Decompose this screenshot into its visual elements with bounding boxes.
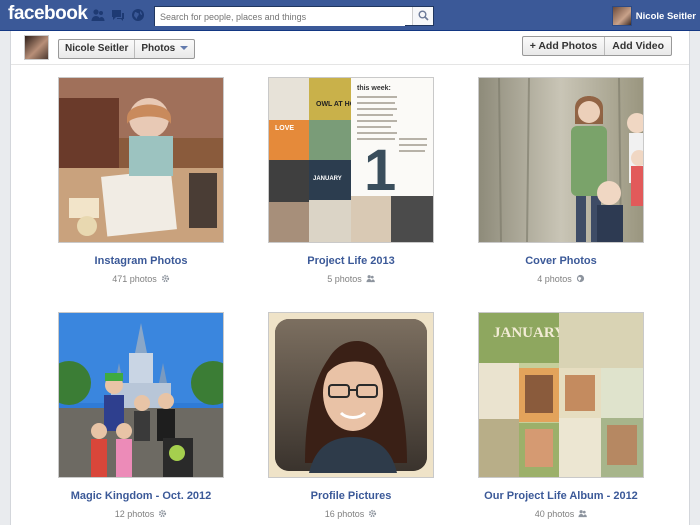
breadcrumb: Nicole Seitler Photos [58, 39, 196, 59]
album-count: 4 photos [461, 274, 661, 284]
album-count: 5 photos [251, 274, 451, 284]
album-title[interactable]: Instagram Photos [41, 255, 241, 267]
search-box [154, 6, 434, 26]
breadcrumb-name[interactable]: Nicole Seitler [59, 40, 134, 58]
action-buttons: + Add Photos Add Video [521, 36, 672, 56]
profile-link[interactable]: Nicole Seitler [611, 5, 696, 27]
album-cover[interactable] [58, 312, 224, 478]
search-icon [418, 10, 429, 21]
album-cover-image [479, 78, 643, 242]
search-button[interactable] [412, 7, 433, 25]
globe-icon [576, 274, 585, 283]
album-count: 40 photos [461, 509, 661, 519]
add-video-button[interactable]: Add Video [604, 37, 671, 55]
photos-header: Nicole Seitler Photos + Add Photos Add V… [11, 31, 689, 65]
album-title[interactable]: Our Project Life Album - 2012 [461, 490, 661, 502]
this-week-label: this week: [357, 85, 391, 92]
top-bar: facebook Nicole Seitler [0, 0, 700, 31]
album-title[interactable]: Magic Kingdom - Oct. 2012 [41, 490, 241, 502]
album-cover[interactable] [478, 77, 644, 243]
album-count-text: 5 photos [327, 274, 362, 284]
album-count: 16 photos [251, 509, 451, 519]
friend-requests-icon[interactable] [91, 8, 105, 22]
photos-dropdown[interactable]: Photos [134, 40, 194, 58]
friends-icon [366, 274, 375, 283]
messages-icon[interactable] [111, 8, 125, 22]
january-heading: JANUARY [493, 325, 565, 341]
album-count: 12 photos [41, 509, 241, 519]
facebook-logo[interactable]: facebook [8, 3, 88, 25]
album-cover-image: OWL AT HOME LOVE JANUARY this week: 1 [269, 78, 433, 242]
album-count-text: 4 photos [537, 274, 572, 284]
profile-name: Nicole Seitler [635, 10, 696, 22]
friends-icon [578, 509, 588, 518]
number-one-label: 1 [364, 138, 396, 203]
album-count-text: 16 photos [324, 509, 365, 519]
january-label: JANUARY [313, 176, 342, 182]
album-title[interactable]: Profile Pictures [251, 490, 451, 502]
profile-thumbnail[interactable] [24, 35, 49, 60]
album-cover-image: JANUARY [479, 313, 643, 477]
notifications-globe-icon[interactable] [131, 8, 145, 22]
album-count-text: 12 photos [114, 509, 155, 519]
photos-dropdown-label: Photos [141, 43, 176, 54]
album-cover-image [59, 313, 223, 477]
album-count: 471 photos [41, 274, 241, 284]
album-title[interactable]: Project Life 2013 [251, 255, 451, 267]
album-cover[interactable]: JANUARY [478, 312, 644, 478]
avatar [611, 6, 632, 26]
love-label: LOVE [275, 125, 294, 132]
album-count-text: 471 photos [112, 274, 157, 284]
gear-icon [158, 509, 167, 518]
album-cover[interactable]: OWL AT HOME LOVE JANUARY this week: 1 [268, 77, 434, 243]
album-cover-image [59, 78, 223, 242]
album-cover[interactable] [268, 312, 434, 478]
album-cover[interactable] [58, 77, 224, 243]
album-title[interactable]: Cover Photos [461, 255, 661, 267]
chevron-down-icon [180, 46, 189, 51]
album-cover-image [269, 313, 433, 477]
album-count-text: 40 photos [534, 509, 575, 519]
add-photos-button[interactable]: + Add Photos [523, 37, 605, 55]
photos-panel: Nicole Seitler Photos + Add Photos Add V… [10, 31, 690, 525]
gear-icon [161, 274, 170, 283]
gear-icon [368, 509, 377, 518]
search-input[interactable] [155, 8, 405, 26]
